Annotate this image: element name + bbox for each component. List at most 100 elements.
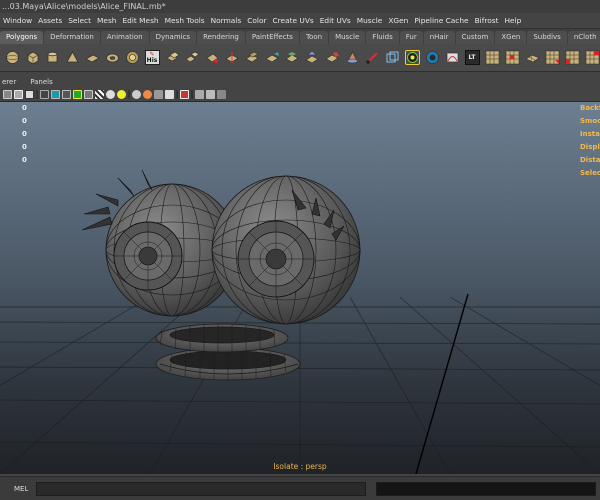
lattice-tool-icon[interactable]: LT <box>464 50 480 65</box>
hud-values: 0 0 0 0 0 <box>22 102 27 167</box>
hud-value-displacement: 0 <box>22 143 27 151</box>
menu-select[interactable]: Select <box>65 13 94 28</box>
plane-icon[interactable] <box>84 50 100 65</box>
ring-model <box>155 323 301 381</box>
shelf-tab-dynamics[interactable]: Dynamics <box>149 31 197 44</box>
command-language-toggle[interactable]: MEL <box>0 485 36 493</box>
uv-unfold-icon[interactable] <box>545 50 560 65</box>
grid-uv-icon[interactable] <box>485 50 500 65</box>
combine-icon[interactable] <box>165 50 180 65</box>
default-light-icon[interactable] <box>106 90 115 99</box>
menu-mesh-tools[interactable]: Mesh Tools <box>162 13 208 28</box>
menu-mesh[interactable]: Mesh <box>94 13 119 28</box>
smooth-icon[interactable] <box>244 50 260 65</box>
menu-pipeline-cache[interactable]: Pipeline Cache <box>411 13 471 28</box>
target-weld-icon[interactable] <box>404 50 420 65</box>
xray-joints-icon[interactable] <box>195 90 204 99</box>
motion-blur-icon[interactable] <box>154 90 163 99</box>
menu-edit-mesh[interactable]: Edit Mesh <box>119 13 161 28</box>
textured-icon[interactable] <box>84 90 93 99</box>
shelf-tab-muscle[interactable]: Muscle <box>329 31 366 44</box>
extract-icon[interactable] <box>205 50 220 65</box>
cleanup-icon[interactable] <box>284 50 300 65</box>
right-eye-model <box>211 175 361 325</box>
shelf-tabs: Polygons Deformation Animation Dynamics … <box>0 29 600 44</box>
hud-label-backface: Backf <box>580 104 600 112</box>
menu-muscle[interactable]: Muscle <box>354 13 386 28</box>
uv-layout-icon[interactable] <box>565 50 580 65</box>
menu-normals[interactable]: Normals <box>208 13 245 28</box>
shelf-tab-subdivs[interactable]: Subdivs <box>527 31 567 44</box>
cylinder-icon[interactable] <box>45 50 60 65</box>
triangulate-icon[interactable] <box>304 50 320 65</box>
bridge-icon[interactable] <box>445 50 460 65</box>
anti-aliasing-icon[interactable] <box>165 90 174 99</box>
mirror-icon[interactable] <box>224 50 240 65</box>
menu-xgen[interactable]: XGen <box>385 13 411 28</box>
menu-bifrost[interactable]: Bifrost <box>472 13 502 28</box>
wireframe-cube-icon[interactable] <box>385 50 400 65</box>
shelf-tab-xgen[interactable]: XGen <box>495 31 527 44</box>
shelf-tab-painteffects[interactable]: PaintEffects <box>245 31 299 44</box>
hud-label-instancing: Instan <box>580 130 600 138</box>
reduce-icon[interactable] <box>264 50 280 65</box>
menu-assets[interactable]: Assets <box>35 13 65 28</box>
hud-value-backface: 0 <box>22 104 27 112</box>
xray-icon[interactable] <box>73 90 82 99</box>
film-gate-icon[interactable] <box>14 90 23 99</box>
history-icon[interactable]: ✎ His <box>144 50 160 65</box>
panel-menu-renderer[interactable]: erer <box>0 78 28 86</box>
uv-stitch-icon[interactable] <box>585 50 600 65</box>
torus-icon[interactable] <box>105 50 120 65</box>
hud-value-distance: 0 <box>22 156 27 164</box>
shelf-tab-animation[interactable]: Animation <box>100 31 149 44</box>
hud-value-smoothness: 0 <box>22 117 27 125</box>
shelf-tab-rendering[interactable]: Rendering <box>197 31 245 44</box>
isolate-select-icon[interactable] <box>180 90 189 99</box>
hud-label-selection: Selec <box>580 169 600 177</box>
command-input[interactable] <box>36 481 366 496</box>
menu-create-uvs[interactable]: Create UVs <box>270 13 317 28</box>
menu-window[interactable]: Window <box>0 13 35 28</box>
sphere-icon[interactable] <box>5 50 20 65</box>
separate-icon[interactable] <box>184 50 200 65</box>
grid-uv-select-icon[interactable] <box>505 50 520 65</box>
checker-texture-icon[interactable] <box>95 90 104 99</box>
screen-space-ao-icon[interactable] <box>143 90 152 99</box>
grid-toggle-icon[interactable] <box>3 90 12 99</box>
shelf-tab-fluids[interactable]: Fluids <box>366 31 399 44</box>
text-overlay-icon[interactable] <box>25 90 34 99</box>
shelf-tab-nhair[interactable]: nHair <box>423 31 455 44</box>
panel-menu-panels[interactable]: Panels <box>28 78 65 86</box>
wireframe-shading-icon[interactable] <box>40 90 49 99</box>
cone-icon[interactable] <box>65 50 80 65</box>
shadows-icon[interactable] <box>132 90 141 99</box>
perspective-viewport[interactable]: 0 0 0 0 0 Backf Smoo Instan Displ Distan… <box>0 102 600 474</box>
quadrangulate-icon[interactable] <box>324 50 340 65</box>
menu-help[interactable]: Help <box>501 13 524 28</box>
shelf-tab-ncloth[interactable]: nCloth <box>567 31 600 44</box>
panel-menu-bar: erer Panels <box>0 76 600 88</box>
smooth-shading-icon[interactable] <box>51 90 60 99</box>
cube-icon[interactable] <box>25 50 40 65</box>
shelf-tab-fur[interactable]: Fur <box>399 31 423 44</box>
panel-divider-2 <box>128 90 130 99</box>
camera-settings-icon[interactable] <box>217 90 226 99</box>
shelf-tab-custom[interactable]: Custom <box>455 31 495 44</box>
grid-axis-line <box>415 293 469 474</box>
shelf-tab-toon[interactable]: Toon <box>299 31 329 44</box>
polygons-shelf: ✎His LT DE <box>0 44 600 72</box>
menu-color[interactable]: Color <box>244 13 269 28</box>
menu-edit-uvs[interactable]: Edit UVs <box>317 13 354 28</box>
panel-divider <box>36 90 38 99</box>
pipe-icon[interactable] <box>125 50 140 65</box>
wireframe-on-shaded-icon[interactable] <box>62 90 71 99</box>
all-lights-icon[interactable] <box>117 90 126 99</box>
merge-icon[interactable] <box>425 50 440 65</box>
shelf-tab-polygons[interactable]: Polygons <box>0 31 44 44</box>
shelf-tab-deformation[interactable]: Deformation <box>44 31 100 44</box>
fill-hole-icon[interactable] <box>345 50 360 65</box>
paint-icon[interactable] <box>365 50 380 65</box>
xray-active-icon[interactable] <box>206 90 215 99</box>
planar-map-icon[interactable] <box>524 50 540 65</box>
